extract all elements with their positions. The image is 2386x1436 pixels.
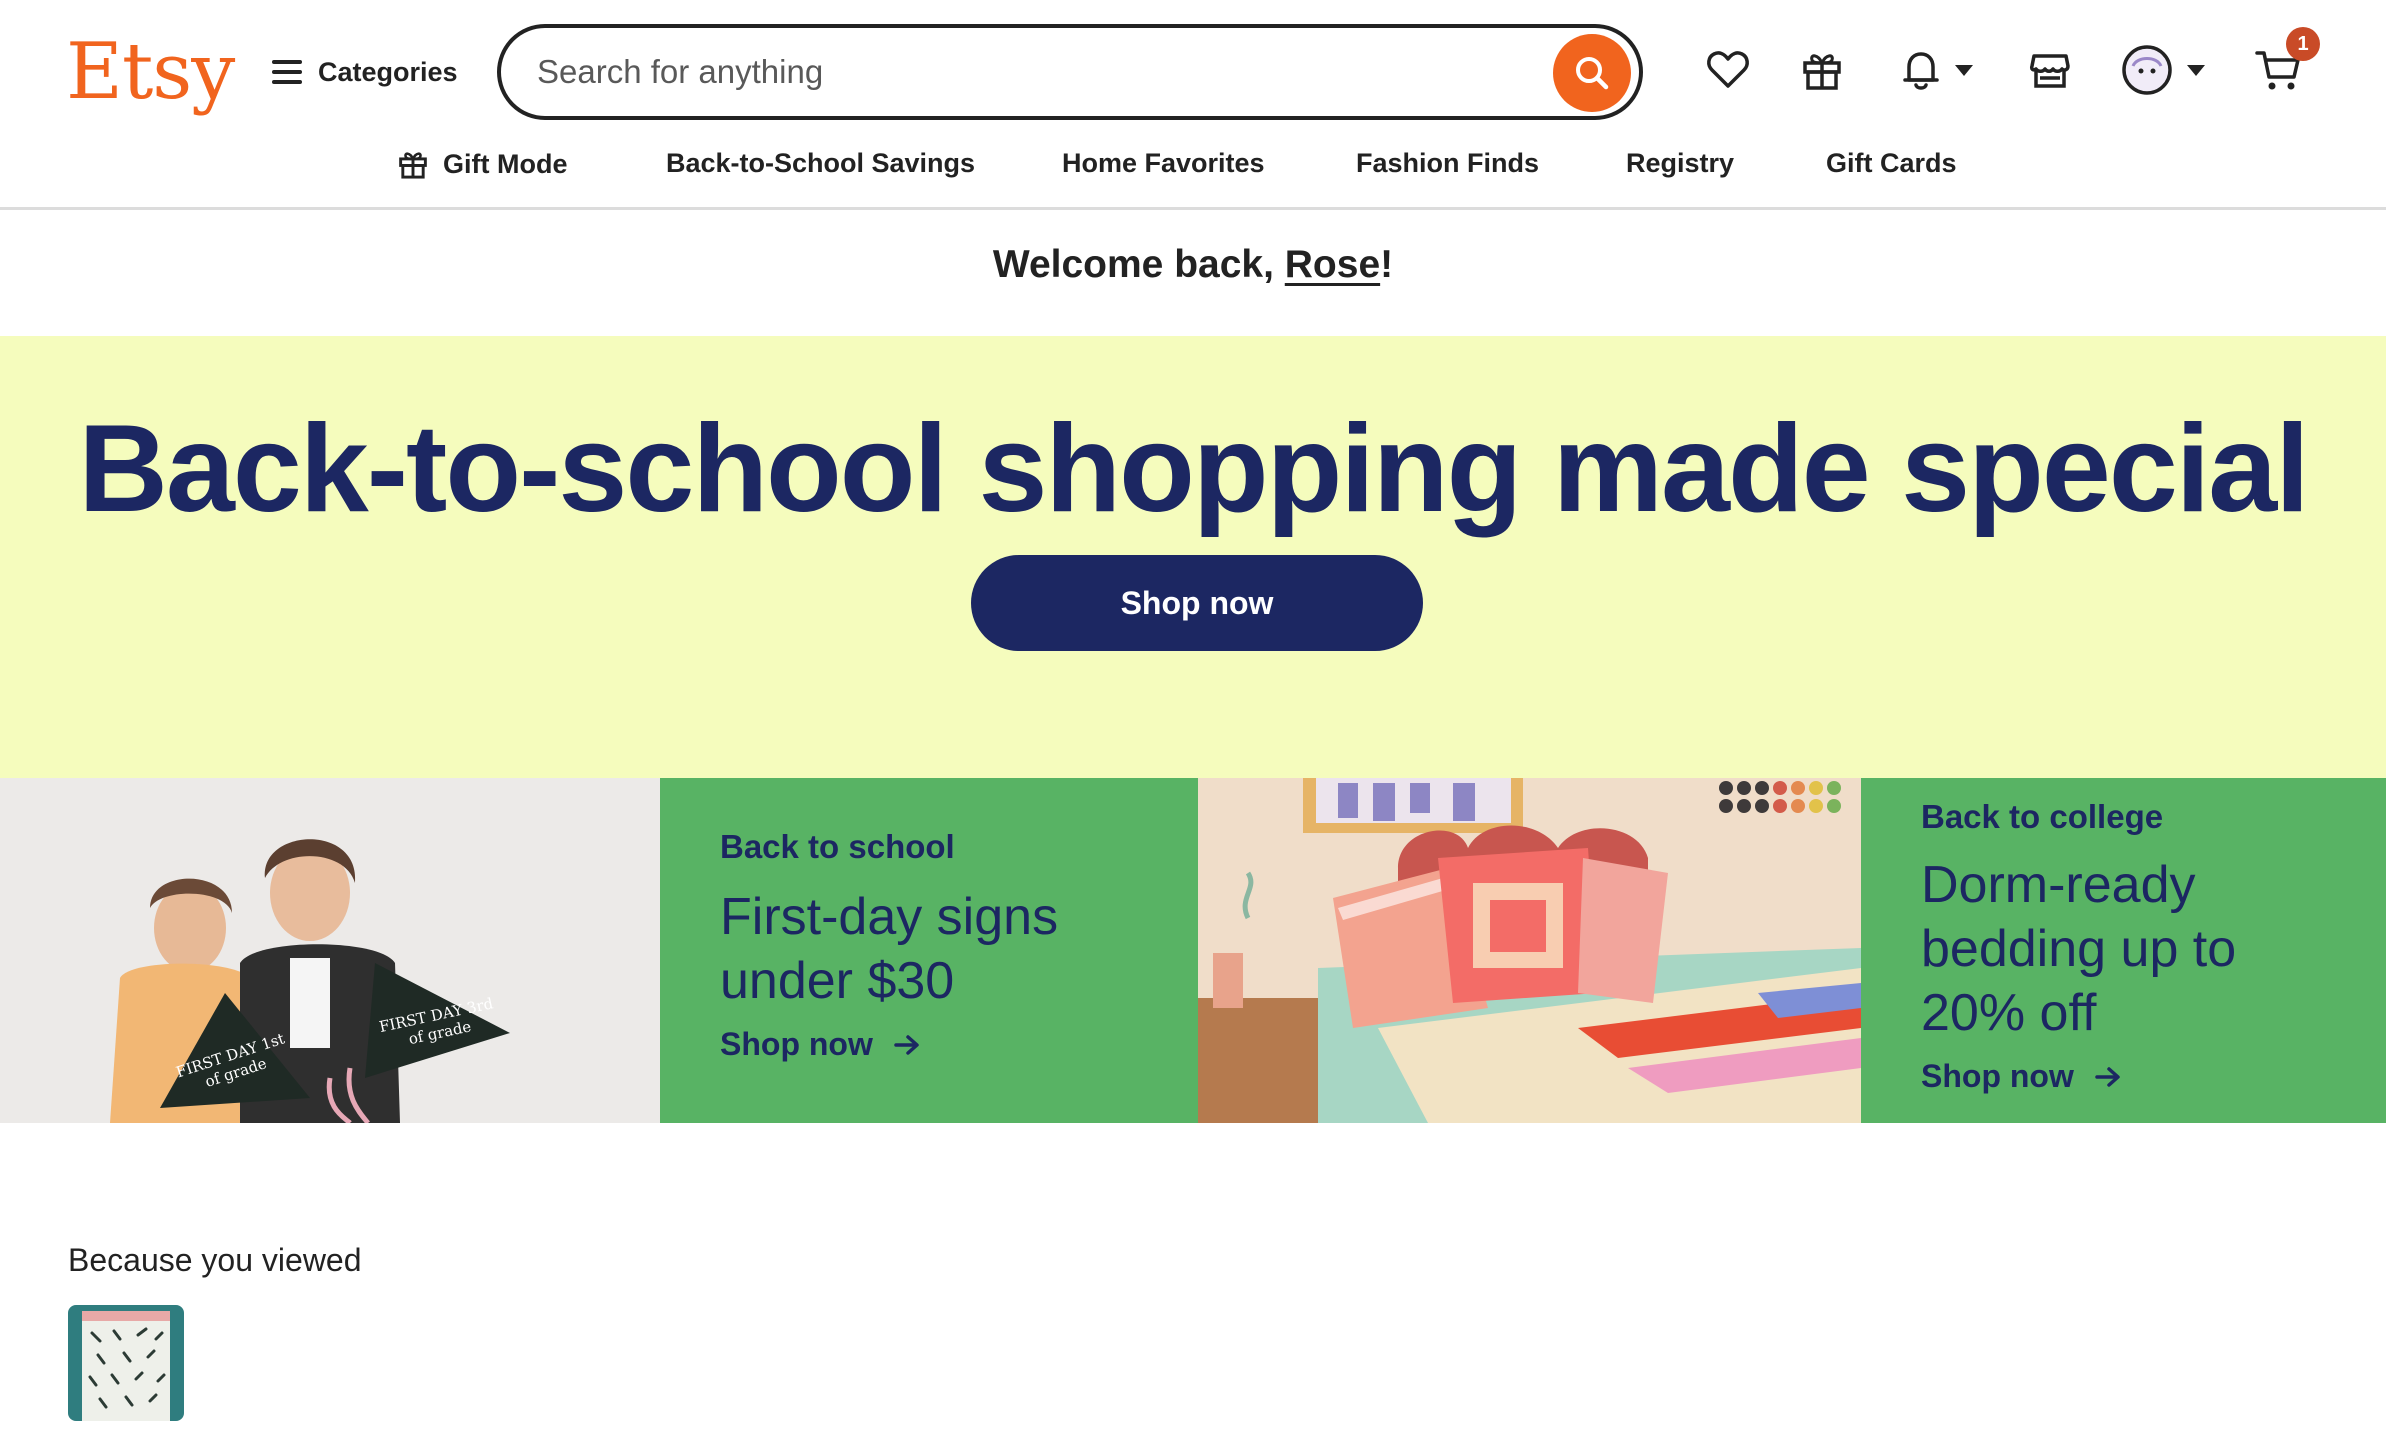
nav-item-label: Fashion Finds xyxy=(1356,148,1540,178)
welcome-suffix: ! xyxy=(1380,243,1394,286)
nav-item-registry[interactable]: Registry xyxy=(1626,148,1734,179)
hero-title: Back-to-school shopping made special xyxy=(78,400,2309,538)
nav-item-back-to-school[interactable]: Back-to-School Savings xyxy=(666,148,975,179)
nav-item-label: Gift Cards xyxy=(1826,148,1957,178)
heart-icon xyxy=(1707,51,1749,88)
account-menu-button[interactable] xyxy=(2118,40,2208,100)
nav-item-label: Home Favorites xyxy=(1062,148,1265,178)
promo-image-dorm-bedding[interactable] xyxy=(1198,778,1861,1123)
shop-manager-button[interactable] xyxy=(2024,40,2076,100)
nav-item-fashion-finds[interactable]: Fashion Finds xyxy=(1356,148,1539,179)
nav-item-gift-cards[interactable]: Gift Cards xyxy=(1826,148,1957,179)
arrow-right-icon xyxy=(894,1034,919,1055)
nav-item-gift-mode[interactable]: Gift Mode xyxy=(397,148,567,180)
site-header: Etsy Categories Search for anything 1 Gi… xyxy=(0,0,2386,210)
promo-card-back-to-school[interactable]: Back to school First-day signs under $30… xyxy=(660,778,1198,1123)
kids-pennants-image xyxy=(0,778,660,1123)
promo-title: First-day signs under $30 xyxy=(720,888,1059,1010)
hero-banner: Back-to-school shopping made special Sho… xyxy=(0,336,2386,778)
promo-link-label: Shop now xyxy=(720,1026,873,1062)
categories-label: Categories xyxy=(318,56,458,87)
arrow-right-icon xyxy=(2095,1066,2120,1087)
avatar xyxy=(2122,45,2172,95)
bell-icon xyxy=(1903,52,1939,90)
search-icon xyxy=(1576,57,1609,90)
nav-item-label: Registry xyxy=(1626,148,1735,178)
search-bar xyxy=(497,24,1643,120)
nav-item-label: Back-to-School Savings xyxy=(666,148,976,178)
search-input[interactable] xyxy=(537,46,1487,98)
favorites-button[interactable] xyxy=(1700,40,1756,100)
nav-item-label: Gift Mode xyxy=(443,148,568,179)
promo-shop-now-link[interactable]: Shop now xyxy=(720,1026,921,1063)
etsy-logo[interactable]: Etsy xyxy=(66,22,235,122)
category-nav: Gift Mode Back-to-School Savings Home Fa… xyxy=(0,140,2386,190)
promo-eyebrow: Back to college xyxy=(1921,798,2164,835)
dorm-bedding-image xyxy=(1198,778,1861,1123)
nav-item-home-favorites[interactable]: Home Favorites xyxy=(1062,148,1265,179)
gift-icon xyxy=(399,152,427,179)
promo-shop-now-link[interactable]: Shop now xyxy=(1921,1058,2122,1095)
gift-icon xyxy=(1803,54,1841,90)
hamburger-icon xyxy=(272,60,302,84)
search-button[interactable] xyxy=(1553,34,1631,112)
viewed-item-image xyxy=(68,1305,184,1421)
promo-link-label: Shop now xyxy=(1921,1058,2074,1094)
promo-card-back-to-college[interactable]: Back to college Dorm-ready bedding up to… xyxy=(1861,778,2386,1123)
shop-icon xyxy=(2030,54,2070,88)
because-you-viewed-heading: Because you viewed xyxy=(68,1242,362,1278)
cart-count-badge: 1 xyxy=(2286,27,2320,61)
welcome-prefix: Welcome back, xyxy=(992,243,1285,286)
hero-shop-now-button[interactable]: Shop now xyxy=(971,555,1423,651)
gift-mode-button[interactable] xyxy=(1794,40,1850,100)
viewed-item-thumbnail[interactable] xyxy=(68,1305,184,1421)
promo-title: Dorm-ready bedding up to 20% off xyxy=(1921,856,2237,1042)
promo-eyebrow: Back to school xyxy=(720,828,955,865)
chevron-down-icon xyxy=(1955,64,1973,76)
chevron-down-icon xyxy=(2187,64,2205,76)
categories-button[interactable]: Categories xyxy=(272,52,458,92)
user-name-link[interactable]: Rose xyxy=(1285,243,1380,286)
promo-image-kids-pennants[interactable]: FIRST DAY 1st of grade FIRST DAY 3rd of … xyxy=(0,778,660,1123)
notifications-button[interactable] xyxy=(1895,40,1979,100)
welcome-message: Welcome back, Rose! xyxy=(0,243,2386,287)
